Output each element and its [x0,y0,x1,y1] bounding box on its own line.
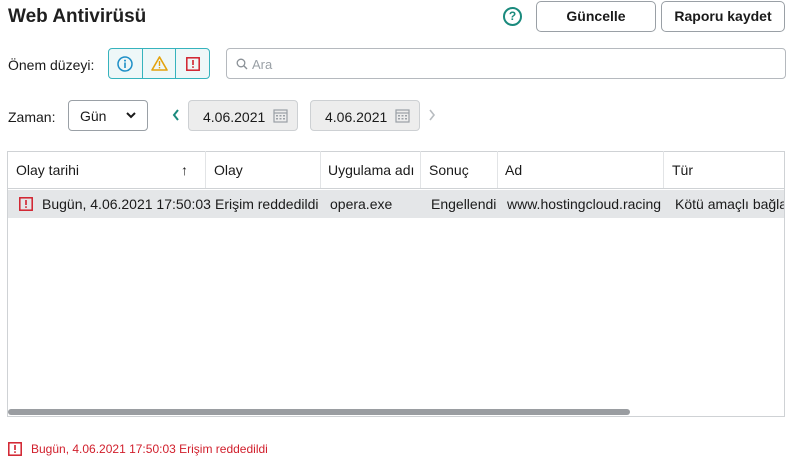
date-from-value: 4.06.2021 [203,109,266,125]
cell-event: Erişim reddedildi [215,196,319,212]
column-divider[interactable] [663,151,664,189]
column-header-event-date[interactable]: Olay tarihi [16,151,79,189]
cell-app-name: opera.exe [330,196,393,212]
sort-arrow-icon[interactable]: ↑ [181,151,188,189]
help-icon[interactable]: ? [503,7,522,26]
severity-toggle-group [108,48,210,79]
search-placeholder: Ara [252,57,273,72]
column-header-name[interactable]: Ad [505,151,522,189]
cell-event-date: Bugün, 4.06.2021 17:50:03 [42,196,211,212]
critical-icon [185,56,200,71]
column-header-app-name[interactable]: Uygulama adı [328,151,414,189]
status-message: Bugün, 4.06.2021 17:50:03 Erişim reddedi… [31,442,268,456]
calendar-icon[interactable] [273,108,288,123]
column-divider[interactable] [420,151,421,189]
chevron-right-icon [429,109,436,121]
column-header-type[interactable]: Tür [672,151,693,189]
severity-label: Önem düzeyi: [8,57,95,73]
horizontal-scrollbar[interactable] [8,409,630,415]
chevron-left-icon[interactable] [172,109,180,121]
warning-icon [150,56,168,71]
critical-icon [8,442,22,456]
cell-result: Engellendi [431,196,497,212]
save-report-button[interactable]: Raporu kaydet [661,1,785,32]
header-divider [8,188,784,189]
severity-warning-toggle[interactable] [143,49,177,78]
cell-name: www.hostingcloud.racing [507,196,662,212]
cell-type: Kötü amaçlı bağla [675,196,784,212]
update-button[interactable]: Güncelle [536,1,656,32]
date-to-value: 4.06.2021 [325,109,388,125]
column-header-event[interactable]: Olay [214,151,243,189]
critical-icon [19,197,33,211]
search-icon [236,58,248,70]
column-divider[interactable] [320,151,321,189]
column-header-result[interactable]: Sonuç [429,151,469,189]
time-label: Zaman: [8,109,56,125]
page-title: Web Antivirüsü [8,6,147,27]
info-icon [117,55,134,72]
search-input[interactable] [226,48,786,79]
severity-info-toggle[interactable] [109,49,143,78]
chevron-down-icon [126,112,136,119]
column-divider[interactable] [497,151,498,189]
severity-critical-toggle[interactable] [176,49,209,78]
period-value: Gün [80,108,107,124]
calendar-icon[interactable] [395,108,410,123]
column-divider[interactable] [205,151,206,189]
